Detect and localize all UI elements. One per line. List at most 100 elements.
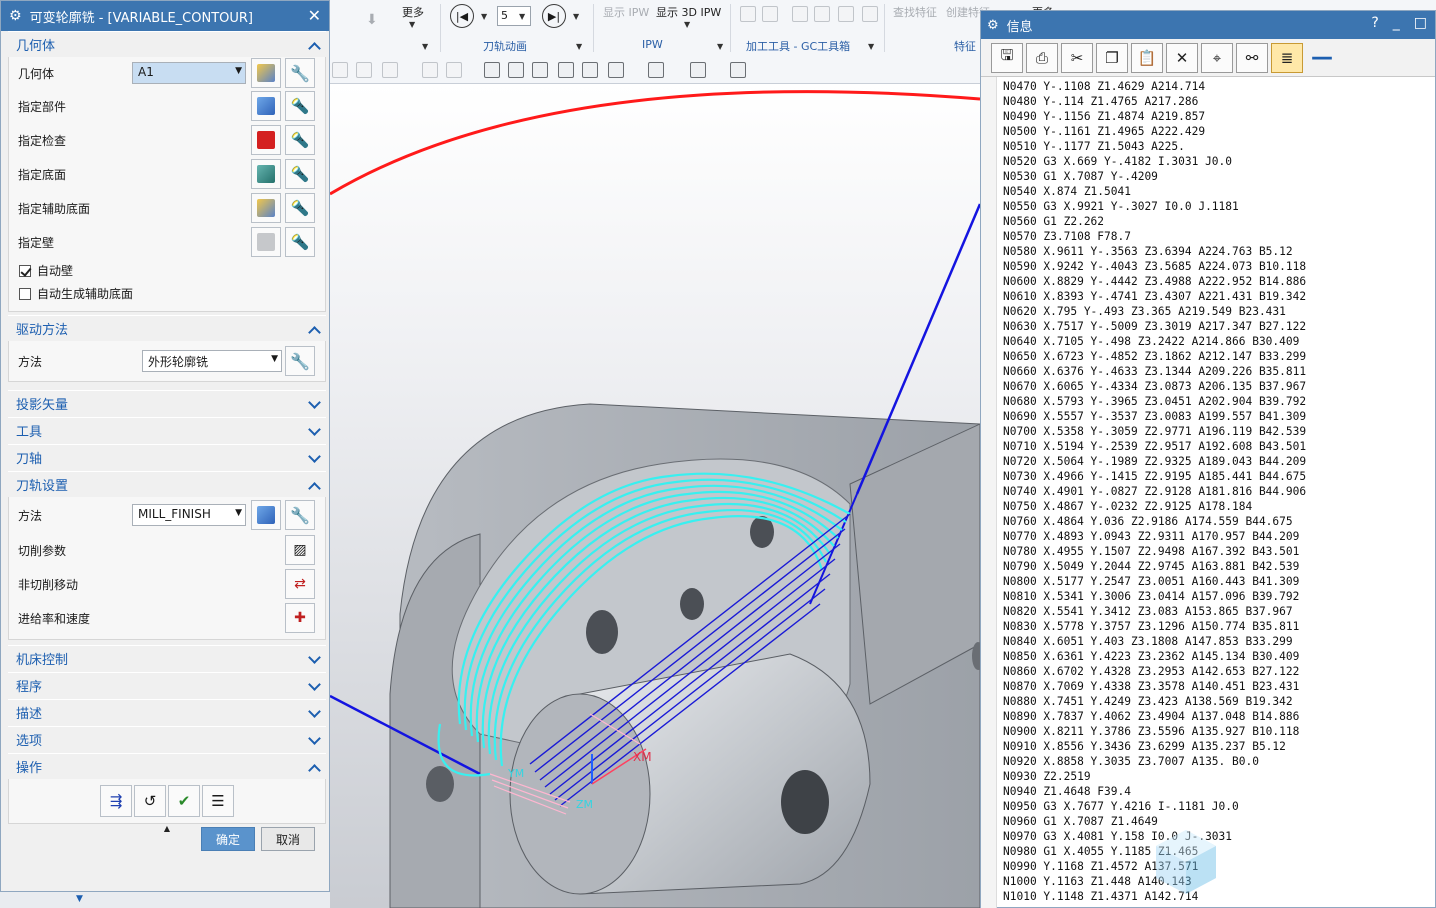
- view-icon[interactable]: [332, 62, 348, 78]
- geometry-select[interactable]: A1 ▼: [132, 62, 246, 84]
- chevron-up-icon[interactable]: [308, 323, 320, 335]
- auto-aux-floor-checkbox[interactable]: [19, 287, 31, 300]
- play-icon[interactable]: ▶|: [542, 4, 566, 28]
- cut-params-button[interactable]: ▨: [285, 535, 315, 565]
- verify-button[interactable]: ✔: [168, 785, 200, 817]
- auto-wall-option[interactable]: 自动壁: [9, 259, 325, 282]
- section-projection[interactable]: 投影矢量: [8, 390, 326, 416]
- show-floor-button[interactable]: 🔦: [285, 159, 315, 189]
- fit-view-icon[interactable]: [484, 62, 500, 78]
- section-drive[interactable]: 驱动方法: [8, 315, 326, 341]
- find-feature-button[interactable]: 查找特征: [893, 4, 937, 20]
- chevron-down-icon[interactable]: ▼: [684, 20, 690, 29]
- orient-view-icon[interactable]: [608, 62, 624, 78]
- show-aux-floor-button[interactable]: 🔦: [285, 193, 315, 223]
- minimize-button[interactable]: _: [1393, 15, 1400, 31]
- gc-tool-icon[interactable]: [862, 6, 878, 22]
- copy-icon[interactable]: ❐: [1096, 42, 1128, 73]
- chevron-down-icon[interactable]: [308, 680, 320, 692]
- section-actions[interactable]: 操作: [8, 753, 326, 779]
- list-button[interactable]: ☰: [202, 785, 234, 817]
- select-wall-button[interactable]: [251, 227, 281, 257]
- animation-speed-field[interactable]: 5: [497, 6, 531, 26]
- gc-tool-icon[interactable]: [838, 6, 854, 22]
- graphics-viewport[interactable]: XM YM ZM: [330, 84, 980, 908]
- delete-icon[interactable]: ✕: [1166, 42, 1198, 73]
- new-method-button[interactable]: [251, 500, 281, 530]
- paste-icon[interactable]: 📋: [1131, 42, 1163, 73]
- view-icon[interactable]: [382, 62, 398, 78]
- zoom-icon[interactable]: [508, 62, 524, 78]
- layer-icon[interactable]: [730, 62, 746, 78]
- wireframe-icon[interactable]: [582, 62, 598, 78]
- chevron-up-icon[interactable]: [308, 39, 320, 51]
- chevron-down-icon[interactable]: ▼: [76, 894, 83, 904]
- chevron-down-icon[interactable]: ▼: [868, 42, 874, 51]
- chevron-down-icon[interactable]: ▼: [576, 42, 582, 51]
- wrap-icon[interactable]: ≣: [1271, 42, 1303, 73]
- chevron-down-icon[interactable]: [308, 425, 320, 437]
- select-floor-button[interactable]: [251, 159, 281, 189]
- chevron-down-icon[interactable]: ▼: [481, 12, 487, 21]
- edit-geometry-button[interactable]: 🔧: [285, 58, 315, 88]
- chevron-down-icon[interactable]: [308, 653, 320, 665]
- close-icon[interactable]: ✕: [308, 6, 321, 25]
- print-icon[interactable]: ⎙: [1026, 42, 1058, 73]
- section-geometry[interactable]: 几何体: [8, 31, 326, 57]
- chevron-down-icon[interactable]: [308, 707, 320, 719]
- section-axis[interactable]: 刀轴: [8, 444, 326, 470]
- minus-icon[interactable]: —: [1306, 43, 1338, 73]
- select-check-button[interactable]: [251, 125, 281, 155]
- chevron-down-icon[interactable]: ▼: [573, 12, 579, 21]
- help-button[interactable]: ?: [1371, 15, 1378, 31]
- show-3d-ipw-button[interactable]: 显示 3D IPW: [656, 4, 721, 20]
- arrow-down-icon[interactable]: ⬇: [366, 12, 378, 28]
- chevron-down-icon[interactable]: ▼: [422, 42, 428, 51]
- auto-aux-floor-option[interactable]: 自动生成辅助底面: [9, 282, 325, 305]
- find-icon[interactable]: ⌖: [1201, 42, 1233, 73]
- gc-tool-icon[interactable]: [792, 6, 808, 22]
- rewind-icon[interactable]: |◀: [450, 4, 474, 28]
- show-check-button[interactable]: 🔦: [285, 125, 315, 155]
- view-icon[interactable]: [422, 62, 438, 78]
- edit-method-button[interactable]: 🔧: [285, 500, 315, 530]
- dialog-title-bar[interactable]: ⚙ 可变轮廓铣 - [VARIABLE_CONTOUR] ✕: [1, 1, 329, 31]
- section-machine-control[interactable]: 机床控制: [8, 645, 326, 671]
- auto-wall-checkbox[interactable]: [19, 264, 31, 277]
- section-options[interactable]: 选项: [8, 726, 326, 752]
- maximize-button[interactable]: □: [1414, 15, 1427, 31]
- cut-icon[interactable]: ✂: [1061, 42, 1093, 73]
- chevron-down-icon[interactable]: [308, 734, 320, 746]
- info-title-bar[interactable]: ⚙ 信息 ? _ □: [981, 11, 1435, 39]
- chevron-down-icon[interactable]: [308, 452, 320, 464]
- drive-method-select[interactable]: 外形轮廓铣 ▼: [142, 350, 282, 372]
- show-wall-button[interactable]: 🔦: [285, 227, 315, 257]
- view-icon[interactable]: [446, 62, 462, 78]
- chevron-up-icon[interactable]: [308, 761, 320, 773]
- select-aux-floor-button[interactable]: [251, 193, 281, 223]
- new-geometry-button[interactable]: [251, 58, 281, 88]
- render-style-icon[interactable]: [648, 62, 664, 78]
- replay-button[interactable]: ↺: [134, 785, 166, 817]
- select-part-button[interactable]: [251, 91, 281, 121]
- section-description[interactable]: 描述: [8, 699, 326, 725]
- non-cut-moves-button[interactable]: ⇄: [285, 569, 315, 599]
- show-part-button[interactable]: 🔦: [285, 91, 315, 121]
- nc-code-listing[interactable]: N0470 Y-.1108 Z1.4629 A214.714 N0480 Y-.1…: [1003, 79, 1306, 904]
- show-ipw-button[interactable]: 显示 IPW: [603, 4, 649, 20]
- chevron-down-icon[interactable]: ▼: [717, 42, 723, 51]
- view-icon[interactable]: [356, 62, 372, 78]
- edit-drive-button[interactable]: 🔧: [285, 346, 315, 376]
- cancel-button[interactable]: 取消: [261, 827, 315, 851]
- generate-button[interactable]: ⇶: [100, 785, 132, 817]
- section-tool[interactable]: 工具: [8, 417, 326, 443]
- save-icon[interactable]: 🖫: [991, 42, 1023, 73]
- chevron-down-icon[interactable]: ▼: [519, 12, 525, 21]
- section-program[interactable]: 程序: [8, 672, 326, 698]
- binoculars-icon[interactable]: ⚯: [1236, 42, 1268, 73]
- rotate-icon[interactable]: [532, 62, 548, 78]
- chevron-down-icon[interactable]: [308, 398, 320, 410]
- chevron-down-icon[interactable]: ▼: [409, 20, 415, 29]
- chevron-up-icon[interactable]: [308, 479, 320, 491]
- ok-button[interactable]: 确定: [201, 827, 255, 851]
